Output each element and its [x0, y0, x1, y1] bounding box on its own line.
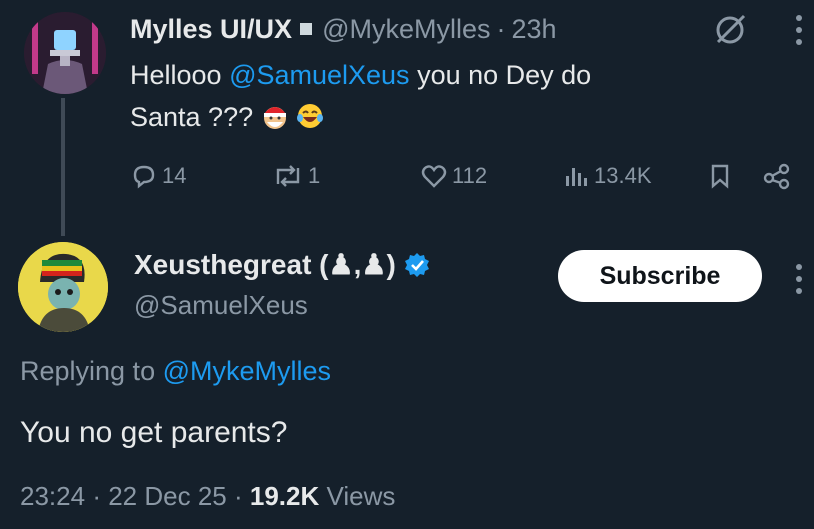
repost-icon — [276, 165, 300, 187]
parent-tweet[interactable]: Mylles UI/UX @MykeMylles · 23h Hellooo @… — [0, 0, 814, 236]
text-part: Hellooo — [130, 60, 230, 90]
bookmark-icon — [711, 164, 729, 189]
avatar[interactable] — [18, 242, 108, 332]
rasta-cartoon-avatar-icon — [18, 242, 108, 332]
views-button[interactable]: 13.4K — [562, 160, 652, 192]
reply-button[interactable]: 14 — [130, 160, 186, 192]
share-icon — [763, 163, 790, 190]
tweet-text: You no get parents? — [20, 416, 288, 449]
avatar[interactable] — [24, 12, 106, 94]
replying-label: Replying to — [20, 356, 163, 386]
thread-line — [61, 98, 65, 236]
reply-count: 14 — [162, 163, 187, 188]
action-bar: 14 1 112 13.4K — [130, 160, 802, 192]
bookmark-button[interactable] — [706, 160, 734, 192]
tweet-time[interactable]: 23h — [511, 14, 556, 45]
separator-dot: · — [496, 13, 506, 44]
robot-avatar-icon — [24, 12, 106, 94]
tweet-text: Hellooo @SamuelXeus you no Dey do Santa … — [130, 54, 730, 138]
repost-button[interactable]: 1 — [272, 160, 320, 192]
square-badge-icon — [300, 23, 313, 35]
tweet-time[interactable]: 23:24 — [20, 481, 85, 511]
heart-icon — [421, 165, 447, 188]
views-count: 19.2K — [249, 481, 320, 511]
tweet-date[interactable]: 22 Dec 25 — [108, 481, 227, 511]
laughing-tears-emoji-icon — [297, 104, 324, 128]
share-button[interactable] — [762, 160, 792, 192]
views-label: Views — [326, 481, 396, 511]
author-name-row: Xeusthegreat (♟,♟) — [134, 248, 430, 281]
header-icons — [712, 12, 802, 48]
more-options-icon[interactable] — [796, 264, 802, 294]
views-count: 13.4K — [594, 163, 652, 188]
mention-link[interactable]: @SamuelXeus — [229, 60, 410, 90]
tweet-meta: 23:24 · 22 Dec 25 · 19.2K Views — [20, 481, 395, 512]
santa-face-emoji-icon — [263, 107, 286, 129]
reply-tweet: Xeusthegreat (♟,♟) @SamuelXeus Subscribe… — [0, 236, 814, 529]
author-handle[interactable]: @SamuelXeus — [134, 290, 308, 321]
analytics-icon — [566, 168, 587, 186]
reply-icon — [133, 165, 155, 189]
author-name[interactable]: Xeusthegreat (♟,♟) — [134, 248, 396, 281]
separator-dot: · — [233, 481, 243, 511]
verified-badge-icon — [404, 252, 429, 277]
replying-to-line: Replying to @MykeMylles — [20, 356, 331, 387]
more-options-icon[interactable] — [796, 15, 802, 45]
repost-count: 1 — [308, 163, 321, 188]
replying-mention-link[interactable]: @MykeMylles — [163, 356, 331, 386]
text-part: Santa ??? — [130, 102, 254, 132]
author-name[interactable]: Mylles UI/UX — [130, 14, 292, 45]
grok-icon[interactable] — [712, 12, 748, 48]
subscribe-button[interactable]: Subscribe — [558, 250, 762, 302]
separator-dot: · — [92, 481, 101, 511]
text-part: you no Dey do — [409, 60, 592, 90]
like-count: 112 — [452, 163, 488, 188]
like-button[interactable]: 112 — [420, 160, 487, 192]
author-handle[interactable]: @MykeMylles — [322, 14, 490, 45]
